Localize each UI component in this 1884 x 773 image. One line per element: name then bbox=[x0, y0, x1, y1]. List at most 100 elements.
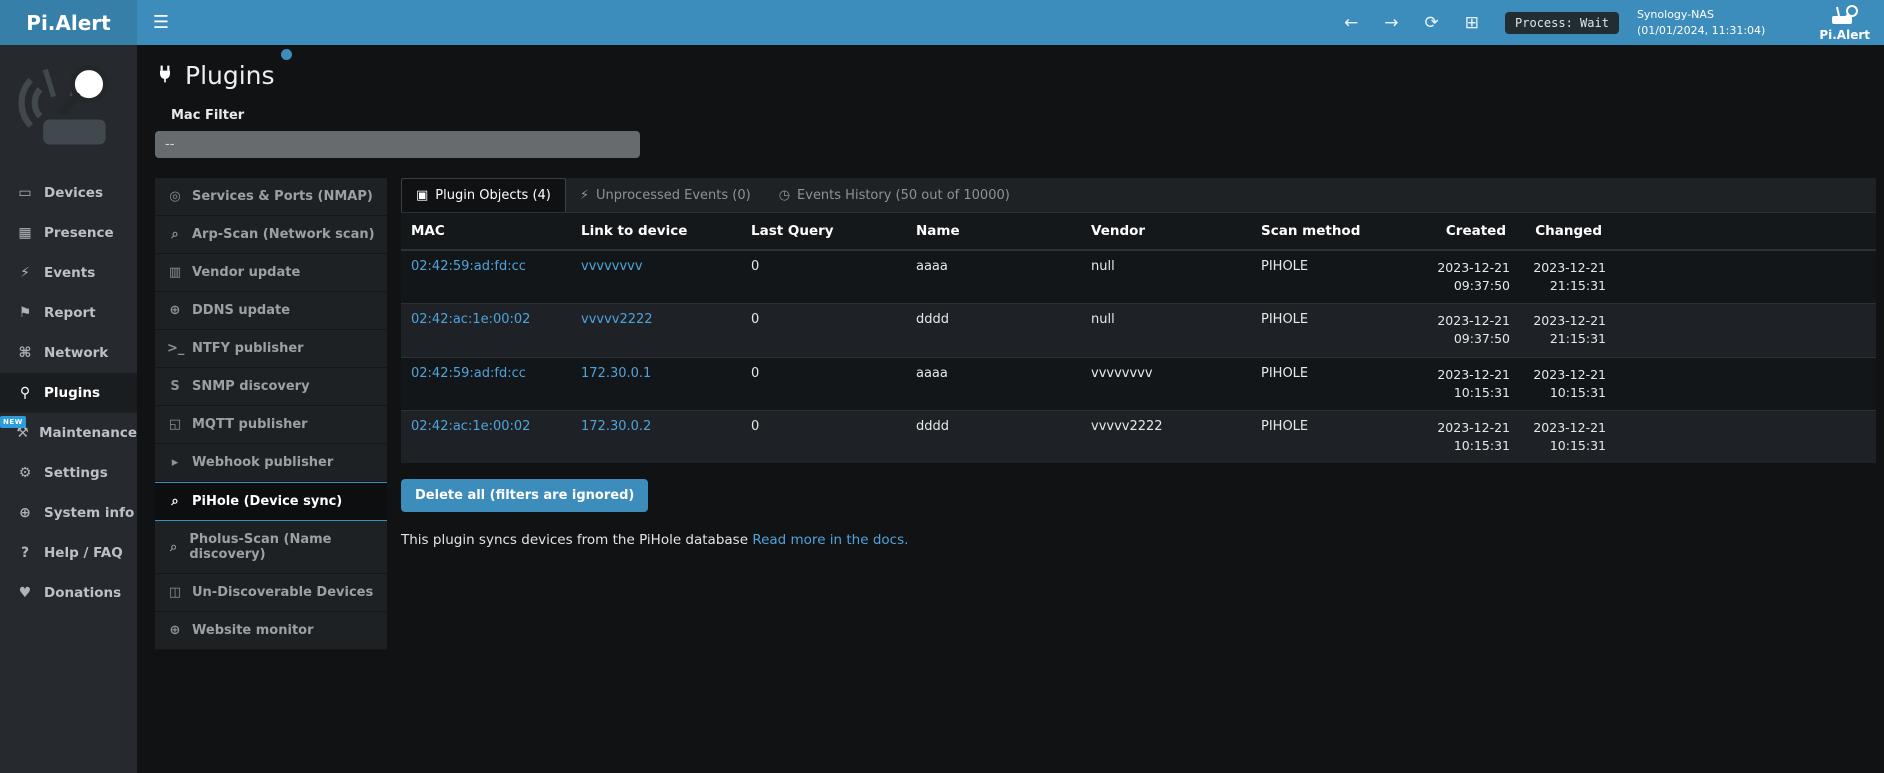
mac-link[interactable]: 02:42:ac:1e:00:02 bbox=[411, 312, 530, 327]
vendor-cell: vvvvvvvv bbox=[1081, 357, 1251, 410]
delete-all-button[interactable]: Delete all (filters are ignored) bbox=[401, 479, 648, 512]
mac-link[interactable]: 02:42:59:ad:fd:cc bbox=[411, 366, 526, 381]
pialert-logo bbox=[0, 45, 137, 167]
plugin-description-text: This plugin syncs devices from the PiHol… bbox=[401, 532, 748, 548]
sidebar-item-label: Settings bbox=[44, 465, 108, 481]
device-link[interactable]: vvvvvvvv bbox=[581, 259, 643, 274]
plugin-nav-item-webhook[interactable]: ▸ Webhook publisher bbox=[155, 444, 387, 482]
bolt-icon: ⚡ bbox=[16, 265, 34, 281]
terminal-icon: >_ bbox=[167, 341, 183, 356]
host-timestamp: (01/01/2024, 11:31:04) bbox=[1637, 23, 1765, 39]
sidebar-item-system-info[interactable]: ⊕ System info bbox=[0, 493, 137, 533]
last-query-cell: 0 bbox=[741, 357, 906, 410]
plug-title-icon bbox=[155, 61, 175, 90]
process-status-badge: Process: Wait bbox=[1505, 12, 1619, 34]
col-created: Created bbox=[1416, 213, 1516, 250]
devices-icon: ▭ bbox=[16, 185, 34, 201]
filler-cell bbox=[1612, 304, 1876, 357]
plugin-nav-item-nmap[interactable]: ◎ Services & Ports (NMAP) bbox=[155, 178, 387, 216]
changed-cell: 2023-12-21 10:15:31 bbox=[1516, 357, 1612, 410]
forward-icon[interactable]: → bbox=[1384, 13, 1398, 33]
tab-events-history[interactable]: ◷ Events History (50 out of 10000) bbox=[765, 178, 1024, 212]
sidebar-item-settings[interactable]: ⚙ Settings bbox=[0, 453, 137, 493]
vendor-cell: null bbox=[1081, 250, 1251, 304]
sidebar-item-presence[interactable]: ▦ Presence bbox=[0, 213, 137, 253]
pialert-mini-logo-icon bbox=[1830, 4, 1860, 30]
globe-icon: ⊕ bbox=[16, 505, 34, 521]
plugin-nav-label: Un-Discoverable Devices bbox=[192, 585, 373, 600]
mac-link[interactable]: 02:42:59:ad:fd:cc bbox=[411, 259, 526, 274]
sidebar-menu: ▭ Devices ▦ Presence ⚡ Events ⚑ Report ⌘… bbox=[0, 173, 137, 613]
globe-icon: ⊕ bbox=[167, 303, 183, 318]
device-link[interactable]: 172.30.0.2 bbox=[581, 419, 651, 434]
move-icon[interactable]: ⊞ bbox=[1465, 13, 1479, 33]
sidebar: ▭ Devices ▦ Presence ⚡ Events ⚑ Report ⌘… bbox=[0, 45, 137, 773]
plugin-nav-item-arp-scan[interactable]: ⌕ Arp-Scan (Network scan) bbox=[155, 216, 387, 254]
tab-bar: ▣ Plugin Objects (4) ⚡ Unprocessed Event… bbox=[401, 178, 1876, 213]
sidebar-item-events[interactable]: ⚡ Events bbox=[0, 253, 137, 293]
plugin-nav-item-vendor-update[interactable]: ▥ Vendor update bbox=[155, 254, 387, 292]
page-title: Plugins bbox=[155, 61, 275, 90]
back-icon[interactable]: ← bbox=[1344, 13, 1358, 33]
mac-filter-input[interactable] bbox=[155, 131, 640, 158]
sidebar-item-maintenance[interactable]: NEW ⚒ Maintenance bbox=[0, 413, 137, 453]
name-cell: aaaa bbox=[906, 250, 1081, 304]
mac-link[interactable]: 02:42:ac:1e:00:02 bbox=[411, 419, 530, 434]
sidebar-item-report[interactable]: ⚑ Report bbox=[0, 293, 137, 333]
col-scan-method: Scan method bbox=[1251, 213, 1416, 250]
plugin-nav-item-website-monitor[interactable]: ⊕ Website monitor bbox=[155, 612, 387, 650]
plugin-nav: ◎ Services & Ports (NMAP) ⌕ Arp-Scan (Ne… bbox=[155, 178, 387, 650]
plugin-nav-item-ddns-update[interactable]: ⊕ DDNS update bbox=[155, 292, 387, 330]
sidebar-item-network[interactable]: ⌘ Network bbox=[0, 333, 137, 373]
sidebar-item-donations[interactable]: ♥ Donations bbox=[0, 573, 137, 613]
tab-unprocessed-events[interactable]: ⚡ Unprocessed Events (0) bbox=[566, 178, 765, 212]
plugin-nav-item-pholus-scan[interactable]: ⌕ Pholus-Scan (Name discovery) bbox=[155, 521, 387, 574]
plugin-nav-item-ntfy[interactable]: >_ NTFY publisher bbox=[155, 330, 387, 368]
table-row: 02:42:59:ad:fd:cc 172.30.0.1 0 aaaa vvvv… bbox=[401, 357, 1876, 410]
host-info: Synology-NAS (01/01/2024, 11:31:04) bbox=[1637, 7, 1765, 39]
scan-method-cell: PIHOLE bbox=[1251, 304, 1416, 357]
device-link[interactable]: 172.30.0.1 bbox=[581, 366, 651, 381]
col-mac: MAC bbox=[401, 213, 571, 250]
changed-cell: 2023-12-21 21:15:31 bbox=[1516, 304, 1612, 357]
plugin-nav-item-undiscoverable[interactable]: ◫ Un-Discoverable Devices bbox=[155, 574, 387, 612]
plugin-description: This plugin syncs devices from the PiHol… bbox=[401, 532, 1876, 548]
binoculars-icon: ◫ bbox=[167, 585, 183, 600]
plug-icon: ⚲ bbox=[16, 385, 34, 401]
name-cell: dddd bbox=[906, 410, 1081, 463]
search-icon: ⌕ bbox=[167, 540, 180, 555]
tab-plugin-objects[interactable]: ▣ Plugin Objects (4) bbox=[401, 178, 566, 212]
main-content: Plugins Mac Filter ◎ Services & Ports (N… bbox=[137, 45, 1884, 773]
sidebar-toggle-button[interactable]: ☰ bbox=[137, 0, 185, 45]
device-link[interactable]: vvvvv2222 bbox=[581, 312, 653, 327]
right-brand-label: Pi.Alert bbox=[1819, 28, 1870, 42]
scan-method-cell: PIHOLE bbox=[1251, 250, 1416, 304]
table-header-row: MAC Link to device Last Query Name Vendo… bbox=[401, 213, 1876, 250]
sidebar-item-plugins[interactable]: ⚲ Plugins bbox=[0, 373, 137, 413]
plugin-nav-item-mqtt[interactable]: ◱ MQTT publisher bbox=[155, 406, 387, 444]
plugin-nav-item-pihole[interactable]: ⌕ PiHole (Device sync) bbox=[155, 482, 387, 521]
sidebar-item-devices[interactable]: ▭ Devices bbox=[0, 173, 137, 213]
docs-link[interactable]: Read more in the docs. bbox=[752, 532, 908, 548]
question-icon: ? bbox=[16, 545, 34, 561]
info-badge[interactable] bbox=[281, 49, 292, 60]
sidebar-item-label: Help / FAQ bbox=[44, 545, 123, 561]
page-title-row: Plugins bbox=[155, 61, 1876, 90]
sidebar-item-help-faq[interactable]: ? Help / FAQ bbox=[0, 533, 137, 573]
sidebar-item-label: Devices bbox=[44, 185, 103, 201]
name-cell: dddd bbox=[906, 304, 1081, 357]
chart-icon: ▥ bbox=[167, 265, 183, 280]
tab-label: Events History (50 out of 10000) bbox=[797, 188, 1010, 203]
plugin-nav-label: Webhook publisher bbox=[192, 455, 333, 470]
mac-filter: Mac Filter bbox=[155, 108, 1876, 158]
created-cell: 2023-12-21 09:37:50 bbox=[1416, 250, 1516, 304]
refresh-icon[interactable]: ⟳ bbox=[1425, 13, 1439, 33]
last-query-cell: 0 bbox=[741, 410, 906, 463]
plugin-nav-label: Pholus-Scan (Name discovery) bbox=[189, 532, 375, 562]
sidebar-item-label: Report bbox=[44, 305, 96, 321]
plugin-objects-table: MAC Link to device Last Query Name Vendo… bbox=[401, 213, 1876, 463]
sidebar-item-label: Events bbox=[44, 265, 95, 281]
plugin-nav-item-snmp[interactable]: S SNMP discovery bbox=[155, 368, 387, 406]
topbar-spacer bbox=[185, 0, 1344, 45]
sidebar-item-label: Presence bbox=[44, 225, 114, 241]
